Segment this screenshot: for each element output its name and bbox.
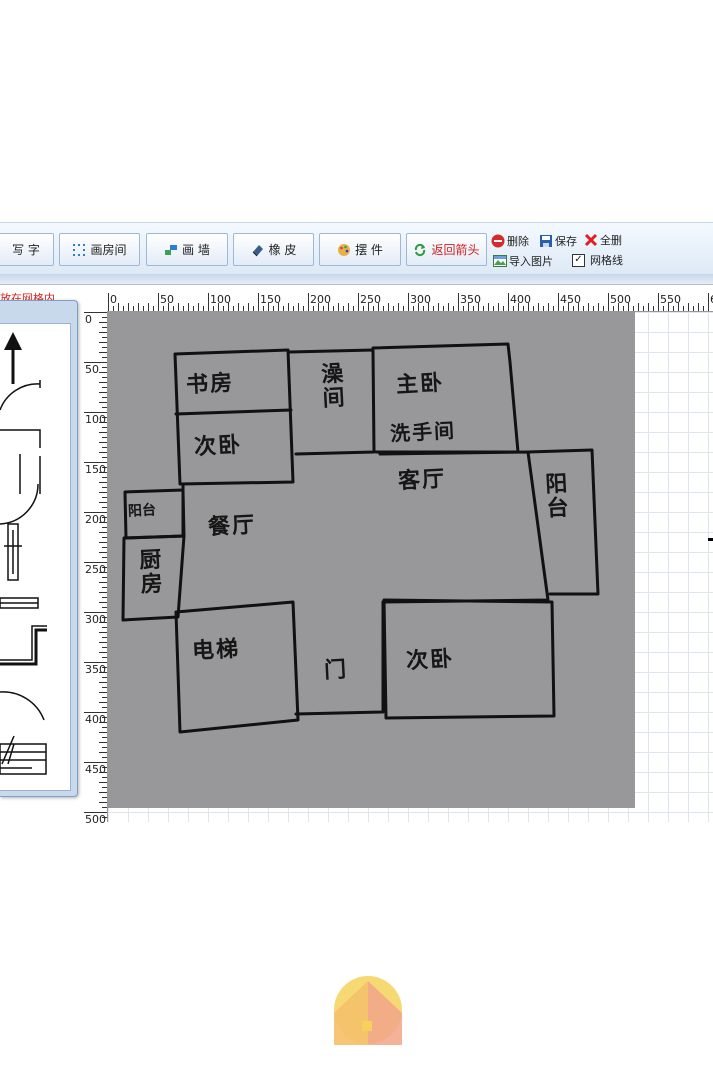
ruler-left-label: 400 xyxy=(85,713,106,726)
write-text-button[interactable]: 写 字 xyxy=(0,233,54,266)
room-label-living-room: 客厅 xyxy=(397,466,447,495)
back-arrow-label: 返回箭头 xyxy=(431,243,480,257)
ruler-top-label: 200 xyxy=(310,293,331,306)
ruler-left-label: 100 xyxy=(85,413,106,426)
import-image-label: 导入图片 xyxy=(509,255,553,268)
imported-floorplan-photo[interactable]: 书房 澡间 主卧 洗手间 次卧 客厅 阳台 阳台 餐厅 厨房 电梯 门 次卧 xyxy=(108,312,635,808)
room-label-kitchen: 厨房 xyxy=(134,547,163,597)
draw-wall-label: 画 墙 xyxy=(182,243,210,257)
double-door-icon xyxy=(0,429,41,448)
room-label-second-bedroom-top: 次卧 xyxy=(193,432,243,461)
ruler-top-label: 0 xyxy=(110,293,117,306)
ruler-top-label: 400 xyxy=(510,293,531,306)
room-label-balcony-right: 阳台 xyxy=(540,471,569,521)
room-label-master-bedroom: 主卧 xyxy=(395,370,445,399)
toolbar-separator xyxy=(0,274,713,285)
delete-button[interactable]: 删除 xyxy=(491,233,529,249)
write-text-label: 写 字 xyxy=(12,243,40,257)
ruler-left: 0 50 100 150 200 250 300 350 400 450 500 xyxy=(84,311,108,826)
grid-lines-label: 网格线 xyxy=(590,254,623,267)
place-item-label: 摆 件 xyxy=(355,243,383,257)
ruler-left-label: 350 xyxy=(85,663,106,676)
clear-all-button[interactable]: 全删 xyxy=(584,232,622,248)
eraser-label: 橡 皮 xyxy=(268,243,297,257)
draw-room-button[interactable]: 画房间 xyxy=(59,233,140,266)
toolbar: 写 字 画房间 画 墙 橡 皮 摆 件 返回箭头 删除 保存 全删 导入图片 ✓… xyxy=(0,222,713,275)
eraser-button[interactable]: 橡 皮 xyxy=(233,233,314,266)
wall-corner-icon xyxy=(0,628,47,666)
no-entry-icon xyxy=(491,234,505,248)
delete-label: 删除 xyxy=(507,235,529,248)
symbol-palette xyxy=(0,300,78,797)
palette-content xyxy=(0,323,71,791)
ruler-top-label: 550 xyxy=(660,293,681,306)
ruler-left-label: 500 xyxy=(85,813,106,826)
grid-dots-icon xyxy=(72,243,86,257)
import-image-button[interactable]: 导入图片 xyxy=(493,253,553,269)
ruler-left-label: 450 xyxy=(85,763,106,776)
floppy-icon xyxy=(539,234,553,248)
ruler-top-label: 350 xyxy=(460,293,481,306)
ruler-left-label: 200 xyxy=(85,513,106,526)
room-label-study: 书房 xyxy=(185,370,235,399)
room-label-second-bedroom-bottom: 次卧 xyxy=(405,646,455,675)
ruler-top-label: 300 xyxy=(410,293,431,306)
eraser-icon xyxy=(251,243,265,257)
ruler-top-label: 450 xyxy=(560,293,581,306)
ruler-top-label: 150 xyxy=(260,293,281,306)
grid-lines-checkbox[interactable]: ✓ xyxy=(572,253,585,267)
draw-room-label: 画房间 xyxy=(90,243,127,257)
room-label-balcony-left: 阳台 xyxy=(127,502,157,520)
wall-icon xyxy=(164,243,178,257)
door-swing-icon xyxy=(0,383,41,411)
ruler-top-label: 500 xyxy=(610,293,631,306)
refresh-icon xyxy=(413,243,427,257)
ruler-left-label: 0 xyxy=(85,313,92,326)
room-label-door: 门 xyxy=(323,657,349,684)
draw-wall-button[interactable]: 画 墙 xyxy=(146,233,228,266)
stairs-icon xyxy=(0,743,47,775)
house-logo-icon xyxy=(331,975,405,1045)
clear-all-label: 全删 xyxy=(600,234,622,247)
save-label: 保存 xyxy=(555,235,577,248)
room-label-dining-room: 餐厅 xyxy=(207,512,257,541)
ruler-left-label: 150 xyxy=(85,463,106,476)
ruler-top-label: 100 xyxy=(210,293,231,306)
ruler-top-label: 50 xyxy=(160,293,174,306)
ruler-left-label: 250 xyxy=(85,563,106,576)
palette-icon xyxy=(337,243,351,257)
arc-door-icon xyxy=(0,691,45,721)
canvas-edge-marker xyxy=(708,538,713,541)
image-icon xyxy=(493,254,507,268)
place-item-button[interactable]: 摆 件 xyxy=(319,233,401,266)
room-label-bathroom: 澡间 xyxy=(316,361,345,411)
room-label-elevator: 电梯 xyxy=(191,636,241,665)
back-arrow-button[interactable]: 返回箭头 xyxy=(406,233,487,266)
ruler-left-label: 300 xyxy=(85,613,106,626)
ruler-top: 0501001502002503003504004505005506 xyxy=(107,293,713,312)
save-button[interactable]: 保存 xyxy=(539,233,577,249)
room-label-washroom: 洗手间 xyxy=(389,418,457,446)
ruler-top-label: 250 xyxy=(360,293,381,306)
grid-lines-toggle[interactable]: ✓ 网格线 xyxy=(572,252,623,268)
red-x-icon xyxy=(584,233,598,247)
ruler-left-label: 50 xyxy=(85,363,99,376)
